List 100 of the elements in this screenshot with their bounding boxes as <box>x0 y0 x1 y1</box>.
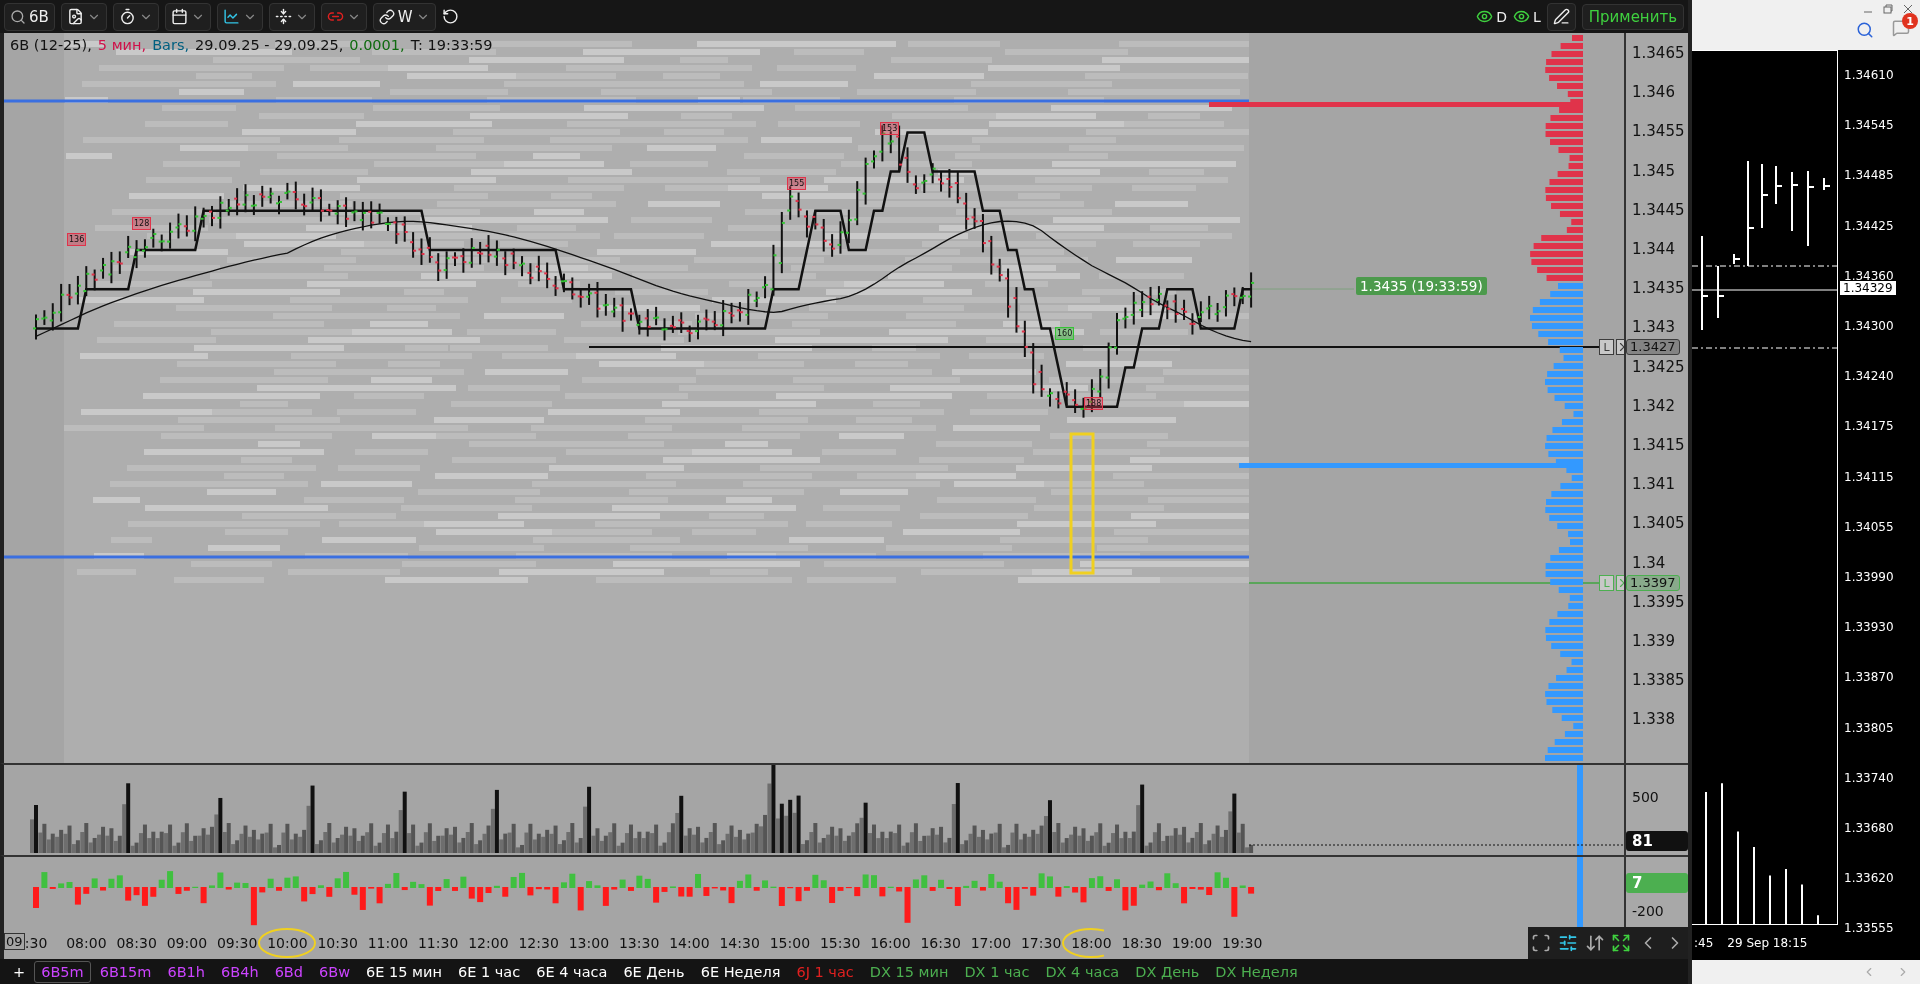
trade-marker: 153 <box>880 122 900 135</box>
price-axis-label: 1.338 <box>1631 711 1675 729</box>
date-label: 09 <box>4 933 25 950</box>
side-price-label: 1.34360 <box>1843 268 1895 283</box>
side-price-label: 1.34610 <box>1843 68 1895 83</box>
chart-tab[interactable]: 6E 1 час <box>450 960 528 983</box>
time-axis-label: 18:00 <box>1071 935 1112 951</box>
notification-badge: 1 <box>1902 13 1918 29</box>
side-price-label: 1.34055 <box>1843 519 1895 534</box>
chart-tab[interactable]: 6E День <box>616 960 692 983</box>
price-axis-label: 1.3445 <box>1631 201 1685 219</box>
side-time-label: 29 Sep 18:15 <box>1727 935 1808 950</box>
time-axis-label: 19:30 <box>1221 935 1263 951</box>
time-axis-label: 12:00 <box>468 935 509 951</box>
time-axis-label: 15:00 <box>769 935 811 951</box>
time-axis-label: 08:00 <box>66 935 107 951</box>
time-axis-label: 11:00 <box>367 935 409 951</box>
trade-marker: 155 <box>787 177 807 190</box>
price-axis-label: 1.3385 <box>1631 672 1685 690</box>
time-axis-label: 14:00 <box>669 935 710 951</box>
time-axis-label: :30 <box>24 935 48 951</box>
visibility-toggle[interactable]: D <box>1476 8 1507 25</box>
volume-axis-label: 500 <box>1632 789 1659 805</box>
chart-tab[interactable]: 6E 4 часа <box>529 960 615 983</box>
time-axis-label: 09:30 <box>216 935 258 951</box>
chart-tab[interactable]: DX 1 час <box>957 960 1037 983</box>
side-price-label: 1.34240 <box>1843 369 1895 384</box>
chart-tab[interactable]: 6Bd <box>267 960 310 983</box>
delta-axis-label: -200 <box>1632 903 1664 919</box>
chart-tab[interactable]: 6B4h <box>214 960 266 983</box>
link-group-button[interactable]: W <box>372 2 436 31</box>
side-price-label: 1.33620 <box>1843 871 1895 886</box>
chart-tab[interactable]: + <box>6 960 33 983</box>
price-axis-label: 1.339 <box>1631 632 1675 650</box>
side-price-label: 1.34175 <box>1843 419 1895 434</box>
chart-tab[interactable]: DX День <box>1128 960 1207 983</box>
chart-tab[interactable]: DX Неделя <box>1208 960 1305 983</box>
trade-marker: 128 <box>132 217 152 230</box>
symbol-search-field[interactable]: 6B <box>4 2 55 31</box>
volume-value-tag: 81 <box>1626 831 1688 851</box>
side-price-label: 1.34425 <box>1843 218 1895 233</box>
chart-info-text: 29.09.25 - 29.09.25, <box>195 37 344 53</box>
order-price-tag: 1.3397 <box>1626 575 1680 591</box>
chart-info-text: T: 19:33:59 <box>410 37 493 53</box>
order-limit-button[interactable]: L <box>1599 339 1614 355</box>
time-axis-label: 14:30 <box>719 935 760 951</box>
time-axis-label: 13:00 <box>568 935 610 951</box>
chart-info-text: 6B (12-25), <box>10 37 92 53</box>
time-axis-label: 18:30 <box>1121 935 1162 951</box>
chart-tab[interactable]: 6J 1 час <box>789 960 861 983</box>
time-axis-label: 16:00 <box>870 935 911 951</box>
time-axis-label: 10:30 <box>317 935 358 951</box>
order-price-tag: 1.3427 <box>1626 339 1680 355</box>
side-price-label: 1.33805 <box>1843 720 1895 735</box>
side-price-label: 1.34485 <box>1843 168 1895 183</box>
price-axis-label: 1.3415 <box>1631 436 1685 454</box>
chart-tab[interactable]: 6Bw <box>312 960 358 983</box>
price-axis-label: 1.342 <box>1631 397 1675 415</box>
price-axis-label: 1.341 <box>1631 476 1675 494</box>
price-axis-label: 1.344 <box>1631 241 1675 259</box>
time-axis-label: 13:30 <box>618 935 660 951</box>
time-axis-label: 15:30 <box>819 935 861 951</box>
time-axis-label: 19:00 <box>1171 935 1213 951</box>
side-price-label: 1.33555 <box>1843 921 1895 936</box>
price-axis-label: 1.3395 <box>1631 593 1685 611</box>
chart-tab[interactable]: 6E Неделя <box>693 960 788 983</box>
visibility-toggle[interactable]: L <box>1512 8 1541 25</box>
side-price-label: 1.33740 <box>1843 770 1895 785</box>
time-axis-label: 17:00 <box>970 935 1012 951</box>
side-time-label: :45 <box>1694 935 1714 950</box>
time-axis-label: 12:30 <box>518 935 559 951</box>
time-axis-label: 16:30 <box>920 935 961 951</box>
trade-marker: 160 <box>1055 327 1075 340</box>
chart-tab[interactable]: 6B5m <box>34 960 91 983</box>
trade-marker: 138 <box>1084 397 1104 410</box>
delta-value-tag: 7 <box>1626 873 1688 893</box>
price-axis-label: 1.3465 <box>1631 45 1685 63</box>
trade-marker: 136 <box>67 233 87 246</box>
price-axis-label: 1.346 <box>1631 84 1675 102</box>
price-axis-label: 1.3425 <box>1631 358 1685 376</box>
price-axis-label: 1.345 <box>1631 162 1675 180</box>
chart-tab[interactable]: 6B15m <box>92 960 159 983</box>
current-price-tag: 1.34329 <box>1840 281 1896 295</box>
side-price-label: 1.34300 <box>1843 319 1895 334</box>
chart-info-text: 5 мин, <box>97 37 147 53</box>
time-axis-label: 11:30 <box>417 935 459 951</box>
time-axis-label: 10:00 <box>267 935 308 951</box>
price-axis-label: 1.3435 <box>1631 280 1685 298</box>
chart-tab[interactable]: 6B1h <box>160 960 213 983</box>
last-price-tag: 1.3435 (19:33:59) <box>1356 277 1487 295</box>
chart-info-text: Bars, <box>152 37 190 53</box>
chart-tab[interactable]: 6E 15 мин <box>359 960 449 983</box>
side-price-label: 1.33870 <box>1843 670 1895 685</box>
chart-tab[interactable]: DX 4 часа <box>1038 960 1127 983</box>
time-axis-label: 09:00 <box>166 935 208 951</box>
side-price-label: 1.33930 <box>1843 620 1895 635</box>
time-axis-label: 17:30 <box>1020 935 1062 951</box>
apply-button[interactable]: Применить <box>1581 3 1684 30</box>
price-axis-label: 1.3455 <box>1631 123 1685 141</box>
chart-tab[interactable]: DX 15 мин <box>862 960 956 983</box>
